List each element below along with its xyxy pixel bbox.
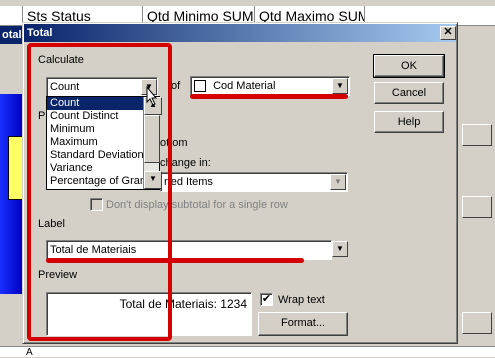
red-underline-label — [46, 258, 304, 263]
wrap-text-label: Wrap text — [278, 294, 325, 306]
close-icon: ✕ — [443, 26, 453, 38]
red-underline-field — [190, 94, 348, 99]
format-button[interactable]: Format... — [258, 312, 348, 336]
right-background-button-1[interactable] — [462, 124, 492, 146]
red-highlight-box — [27, 43, 172, 341]
chevron-down-icon: ▼ — [336, 81, 344, 90]
sorted-items-dropdown-button[interactable]: ▼ — [330, 174, 346, 190]
label-dropdown-button[interactable]: ▼ — [332, 241, 348, 257]
field-select-value: Cod Material — [213, 80, 276, 92]
field-icon — [194, 80, 206, 93]
help-button[interactable]: Help — [374, 111, 444, 133]
grid-bottom-row: A — [0, 346, 495, 358]
checkmark-icon: ✔ — [261, 293, 272, 305]
field-select[interactable]: Cod Material — [190, 76, 350, 96]
right-panel — [458, 26, 495, 346]
sorted-items-select[interactable]: rted Items — [160, 172, 348, 192]
ok-button[interactable]: OK — [373, 54, 445, 78]
close-button[interactable]: ✕ — [440, 26, 456, 40]
cancel-button[interactable]: Cancel — [374, 82, 444, 104]
dialog-title: Total — [24, 24, 456, 42]
right-background-button-2[interactable] — [462, 196, 492, 218]
right-background-button-3[interactable] — [462, 312, 492, 334]
grid-bottom-cell: A — [26, 347, 33, 358]
wrap-text-checkbox[interactable]: ✔ — [260, 293, 273, 306]
field-dropdown-button[interactable]: ▼ — [332, 78, 348, 94]
chevron-down-icon: ▼ — [334, 177, 342, 186]
chevron-down-icon: ▼ — [336, 244, 344, 253]
left-tab-totals[interactable]: otals — [0, 26, 24, 44]
of-label: of — [171, 80, 181, 92]
